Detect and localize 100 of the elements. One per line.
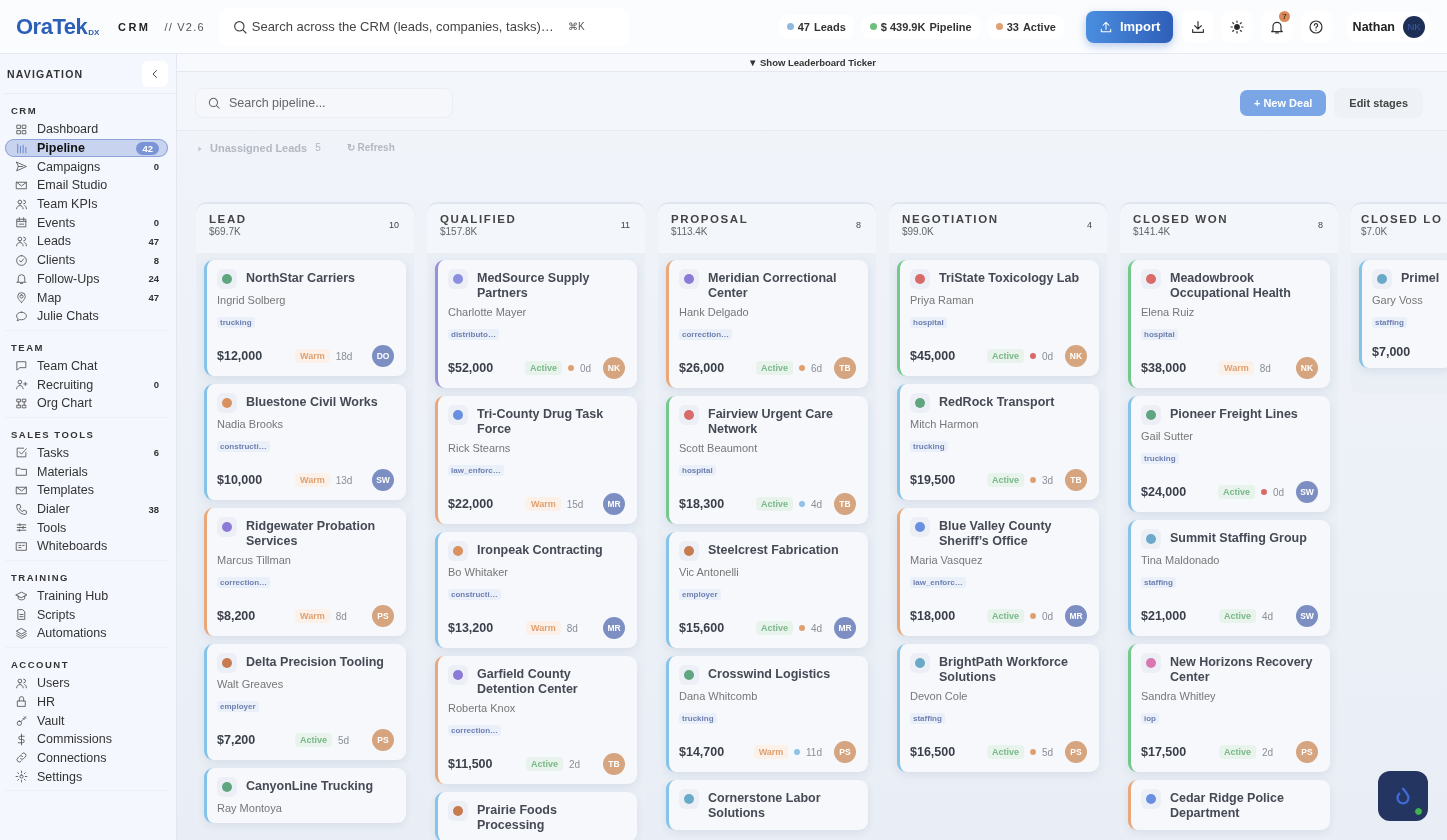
section-title: TEAM <box>10 341 45 355</box>
nav-item[interactable]: Dialer 38 <box>5 499 168 519</box>
pipeline-search-field[interactable]: Search pipeline... <box>195 88 453 118</box>
help-button[interactable] <box>1301 10 1332 43</box>
nav-item[interactable]: Users <box>5 673 168 693</box>
import-button[interactable]: Import <box>1085 10 1174 43</box>
theme-button[interactable] <box>1221 10 1253 43</box>
nav-item[interactable]: Team Chat <box>5 356 168 376</box>
company-name: Delta Precision Tooling <box>246 654 384 670</box>
download-button[interactable] <box>1182 10 1213 43</box>
deal-card[interactable]: Meridian Correctional Center Hank Delgado correction… $26,000 Active 6d TB <box>666 260 868 388</box>
nav-item[interactable]: Templates <box>5 481 168 500</box>
nav-item[interactable]: Connections <box>5 748 168 768</box>
notification-badge: 7 <box>1279 10 1291 22</box>
nav-item[interactable]: Automations <box>5 624 168 643</box>
deal-card[interactable]: CanyonLine Trucking Ray Montoya <box>204 768 406 823</box>
deal-card[interactable]: Delta Precision Tooling Walt Greaves employer $7,200 Active 5d PS <box>204 644 406 760</box>
notifications-button[interactable]: 7 <box>1261 10 1293 43</box>
deal-card[interactable]: Cedar Ridge Police Department <box>1128 780 1330 830</box>
nav-item[interactable]: Dashboard <box>5 120 168 139</box>
deal-age: 4d <box>810 498 822 510</box>
company-icon <box>1141 269 1161 289</box>
nav-item[interactable]: Email Studio <box>5 176 168 195</box>
search-icon <box>231 18 248 35</box>
deal-card[interactable]: Cornerstone Labor Solutions <box>666 780 868 830</box>
owner-avatar: TB <box>834 357 856 379</box>
nav-item[interactable]: Leads 47 <box>5 232 168 251</box>
stat-value: 33 <box>1006 20 1019 33</box>
nav-item[interactable]: Vault <box>5 711 168 730</box>
deal-card[interactable]: Pioneer Freight Lines Gail Sutter trucking $24,000 Active 0d SW <box>1128 396 1330 512</box>
edit-stages-button[interactable]: Edit stages <box>1334 88 1423 118</box>
logo[interactable]: OraTekDX <box>16 13 102 40</box>
industry-tag: correction… <box>217 577 271 588</box>
company-name: Cedar Ridge Police Department <box>1170 790 1285 821</box>
contact-name: Hank Delgado <box>679 306 750 318</box>
deal-card[interactable]: Blue Valley County Sheriff’s Office Maria Vasquez law_enforc… $18,000 Active 0d MR <box>897 508 1099 636</box>
nav-item[interactable]: Julie Chats <box>5 306 168 326</box>
bell-icon <box>15 272 28 286</box>
assistant-button[interactable] <box>1378 771 1428 821</box>
owner-avatar: NK <box>1296 357 1318 379</box>
deal-amount: $18,300 <box>679 497 726 511</box>
contact-name: Bo Whitaker <box>448 566 509 578</box>
deal-age: 15d <box>566 498 584 510</box>
deal-card[interactable]: Ridgewater Probation Services Marcus Tillman correction… $8,200 Warm 8d PS <box>204 508 406 636</box>
deal-age: 13d <box>335 474 353 486</box>
status-tag: Active <box>295 733 332 747</box>
download-icon <box>1189 18 1206 35</box>
deal-card[interactable]: Summit Staffing Group Tina Maldonado staffing $21,000 Active 4d SW <box>1128 520 1330 636</box>
nav-item[interactable]: Map 47 <box>5 288 168 307</box>
deal-card[interactable]: Primel Gary Voss staffing $7,000 <box>1359 260 1447 368</box>
deal-card[interactable]: New Horizons Recovery Center Sandra Whitley iop $17,500 Active 2d PS <box>1128 644 1330 772</box>
deal-card[interactable]: Fairview Urgent Care Network Scott Beaumont hospital $18,300 Active 4d TB <box>666 396 868 524</box>
deal-card[interactable]: Crosswind Logistics Dana Whitcomb trucking $14,700 Warm 11d PS <box>666 656 868 772</box>
nav-label: Team KPIs <box>37 197 99 212</box>
industry-tag: hospital <box>679 465 716 476</box>
nav-item[interactable]: Org Chart <box>5 393 168 413</box>
nav-item[interactable]: Team KPIs <box>5 194 168 214</box>
deal-age: 8d <box>1259 362 1271 374</box>
industry-tag: staffing <box>1372 317 1407 328</box>
contact-name: Gary Voss <box>1372 294 1424 306</box>
stage-total: $99.0K <box>902 226 935 237</box>
nav-label: Templates <box>37 483 95 498</box>
deal-card[interactable]: MedSource Supply Partners Charlotte Mayer distributo… $52,000 Active 0d NK <box>435 260 637 388</box>
deal-card[interactable]: RedRock Transport Mitch Harmon trucking $19,500 Active 3d TB <box>897 384 1099 500</box>
nav-item[interactable]: Settings <box>5 767 168 786</box>
chat-bubble-icon <box>15 359 28 373</box>
nav-item[interactable]: Pipeline 42 <box>5 138 168 158</box>
deal-card[interactable]: Garfield County Detention Center Roberta Knox correction… $11,500 Active 2d TB <box>435 656 637 784</box>
deal-card[interactable]: Prairie Foods Processing <box>435 792 637 840</box>
ticker-toggle[interactable]: ▼ Show Leaderboard Ticker <box>748 57 876 68</box>
deal-card[interactable]: TriState Toxicology Lab Priya Raman hospital $45,000 Active 0d NK <box>897 260 1099 376</box>
owner-avatar: MR <box>1065 605 1087 627</box>
nav-item[interactable]: Recruiting 0 <box>5 375 168 394</box>
deal-amount: $24,000 <box>1141 485 1188 499</box>
deal-card[interactable]: Steelcrest Fabrication Vic Antonelli employer $15,600 Active 4d MR <box>666 532 868 648</box>
deal-card[interactable]: Tri-County Drug Task Force Rick Stearns law_enforc… $22,000 Warm 15d MR <box>435 396 637 524</box>
nav-item[interactable]: HR <box>5 692 168 712</box>
nav-item[interactable]: Whiteboards <box>5 537 168 556</box>
nav-item[interactable]: Tools <box>5 518 168 538</box>
industry-tag: correction… <box>448 725 502 736</box>
nav-item[interactable]: Commissions <box>5 729 168 749</box>
nav-item[interactable]: Tasks 6 <box>5 443 168 463</box>
company-name: Steelcrest Fabrication <box>708 542 839 558</box>
nav-item[interactable]: Clients 8 <box>5 250 168 270</box>
nav-item[interactable]: Training Hub <box>5 586 168 606</box>
nav-item[interactable]: Campaigns 0 <box>5 157 168 177</box>
deal-card[interactable]: BrightPath Workforce Solutions Devon Cole staffing $16,500 Active 5d PS <box>897 644 1099 772</box>
deal-card[interactable]: Ironpeak Contracting Bo Whitaker constructi… $13,200 Warm 8d MR <box>435 532 637 648</box>
nav-item[interactable]: Materials <box>5 462 168 481</box>
nav-item[interactable]: Follow-Ups 24 <box>5 269 168 289</box>
deal-card[interactable]: Meadowbrook Occupational Health Elena Ruiz hospital $38,000 Warm 8d NK <box>1128 260 1330 388</box>
company-name: Cornerstone Labor Solutions <box>708 790 822 821</box>
deal-card[interactable]: NorthStar Carriers Ingrid Solberg trucking $12,000 Warm 18d DO <box>204 260 406 376</box>
person-plus-icon <box>15 378 28 392</box>
item-count: 38 <box>148 503 159 515</box>
nav-item[interactable]: Events 0 <box>5 213 168 233</box>
status-tag: Active <box>526 757 563 771</box>
nav-item[interactable]: Scripts <box>5 605 168 625</box>
deal-card[interactable]: Bluestone Civil Works Nadia Brooks constructi… $10,000 Warm 13d SW <box>204 384 406 500</box>
nav-label: Materials <box>37 464 89 479</box>
